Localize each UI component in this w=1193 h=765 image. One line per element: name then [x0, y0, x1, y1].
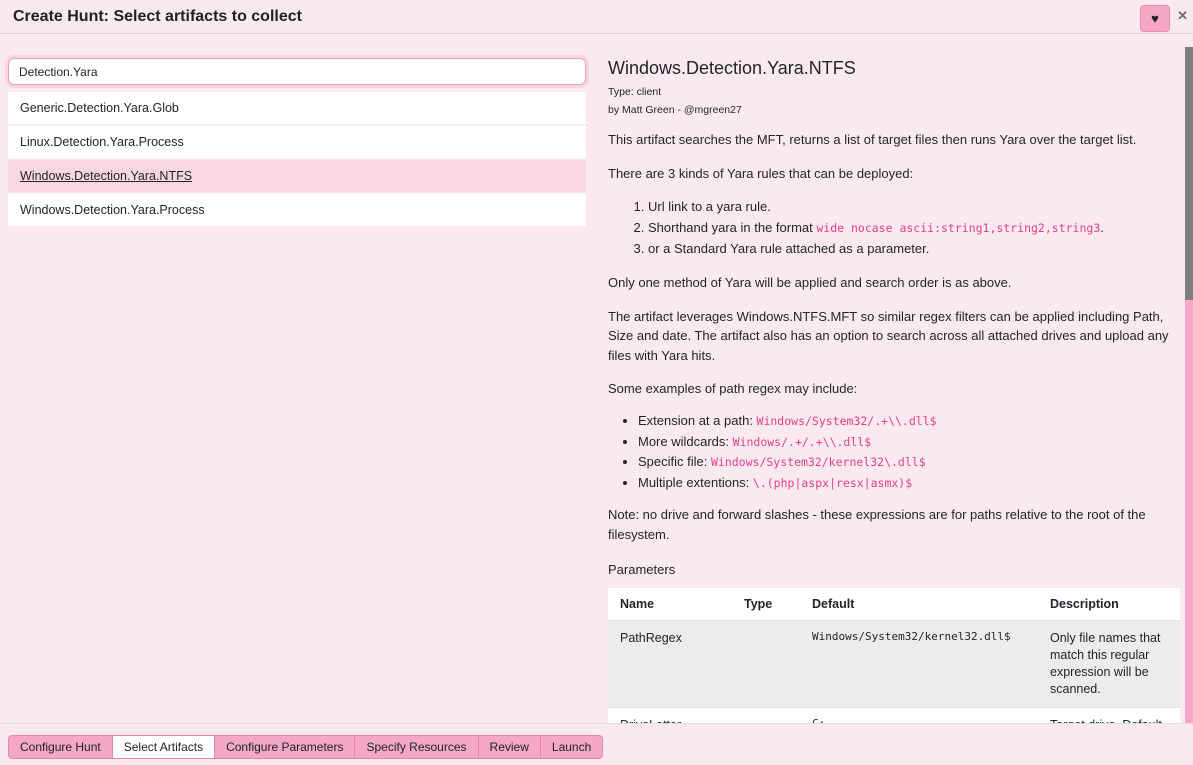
inline-code: Windows/System32/kernel32\.dll$: [711, 455, 926, 469]
parameters-heading: Parameters: [608, 562, 1180, 577]
example-label: Multiple extentions:: [638, 475, 753, 490]
yara-rule-kind-item: or a Standard Yara rule attached as a pa…: [648, 239, 1180, 259]
example-label: Specific file:: [638, 454, 711, 469]
yara-rule-kinds-list: Url link to a yara rule. Shorthand yara …: [608, 197, 1180, 259]
artifact-list-item[interactable]: Linux.Detection.Yara.Process: [8, 126, 586, 158]
artifact-list-item[interactable]: Windows.Detection.Yara.NTFS: [8, 160, 586, 192]
path-regex-example: Extension at a path: Windows/System32/.+…: [638, 413, 1180, 429]
parameters-column-header: Name: [608, 588, 732, 621]
parameter-row: DriveLetter C:Target drive. Default is a …: [608, 707, 1180, 723]
wizard-step-specify-resources[interactable]: Specify Resources: [355, 735, 478, 759]
artifact-list: Generic.Detection.Yara.Glob Linux.Detecti…: [8, 92, 586, 226]
example-label: More wildcards:: [638, 434, 733, 449]
parameter-description-cell: Only file names that match this regular …: [1038, 621, 1180, 708]
modal-title: Create Hunt: Select artifacts to collect: [13, 8, 302, 26]
parameter-type-cell: [732, 707, 800, 723]
modal-body: Generic.Detection.Yara.Glob Linux.Detecti…: [0, 35, 1193, 723]
inline-code: Windows/System32/.+\\.dll$: [757, 414, 937, 428]
list-item-text: .: [1100, 220, 1104, 235]
scrollbar-track: [1185, 300, 1193, 757]
artifact-list-item-label: Windows.Detection.Yara.Process: [20, 203, 205, 217]
wizard-step-buttons: Configure HuntSelect ArtifactsConfigure …: [8, 735, 603, 759]
yara-rule-kind-item: Shorthand yara in the format wide nocase…: [648, 218, 1180, 238]
path-regex-examples-list: Extension at a path: Windows/System32/.+…: [608, 413, 1180, 492]
parameter-default-cell: C:: [800, 707, 1038, 723]
scrollbar-thumb[interactable]: [1185, 47, 1193, 300]
artifact-list-item[interactable]: Generic.Detection.Yara.Glob: [8, 92, 586, 124]
heart-icon: ♥: [1151, 12, 1159, 25]
parameter-name-cell: DriveLetter: [608, 707, 732, 723]
artifact-description-intro: This artifact searches the MFT, returns …: [608, 130, 1180, 150]
path-regex-intro: Some examples of path regex may include:: [608, 379, 1180, 399]
modal-header: Create Hunt: Select artifacts to collect…: [0, 0, 1193, 34]
parameters-column-header: Description: [1038, 588, 1180, 621]
artifact-detail-panel: Windows.Detection.Yara.NTFS Type: client…: [608, 58, 1180, 723]
parameters-column-header: Default: [800, 588, 1038, 621]
parameter-row: PathRegex Windows/System32/kernel32.dll$O…: [608, 621, 1180, 708]
parameter-type-cell: [732, 621, 800, 708]
list-item-text: Shorthand yara in the format: [648, 220, 816, 235]
modal-scrollbar: [1185, 47, 1193, 757]
close-icon[interactable]: ✕: [1177, 9, 1188, 22]
path-regex-example: More wildcards: Windows/.+/.+\\.dll$: [638, 434, 1180, 450]
example-label: Extension at a path:: [638, 413, 757, 428]
wizard-step-configure-parameters[interactable]: Configure Parameters: [215, 735, 355, 759]
path-regex-example: Specific file: Windows/System32/kernel32…: [638, 454, 1180, 470]
artifact-list-item-label: Linux.Detection.Yara.Process: [20, 135, 184, 149]
yara-kinds-intro: There are 3 kinds of Yara rules that can…: [608, 164, 1180, 184]
yara-order-note: Only one method of Yara will be applied …: [608, 273, 1180, 293]
parameters-column-header: Type: [732, 588, 800, 621]
wizard-step-review[interactable]: Review: [479, 735, 541, 759]
list-item-text: or a Standard Yara rule attached as a pa…: [648, 241, 929, 256]
create-hunt-modal: Create Hunt: Select artifacts to collect…: [0, 0, 1193, 765]
artifact-leverages-paragraph: The artifact leverages Windows.NTFS.MFT …: [608, 307, 1180, 366]
wizard-footer: Configure HuntSelect ArtifactsConfigure …: [0, 723, 1193, 765]
path-regex-example: Multiple extentions: \.(php|aspx|resx|as…: [638, 475, 1180, 491]
inline-code: Windows/.+/.+\\.dll$: [733, 435, 871, 449]
parameters-table: NameTypeDefaultDescription PathRegex Wind…: [608, 588, 1180, 723]
artifact-list-item-label: Generic.Detection.Yara.Glob: [20, 101, 179, 115]
artifact-list-item-label: Windows.Detection.Yara.NTFS: [20, 169, 192, 183]
parameter-description-cell: Target drive. Default is a C:: [1038, 707, 1180, 723]
parameter-default-cell: Windows/System32/kernel32.dll$: [800, 621, 1038, 708]
filesystem-note: Note: no drive and forward slashes - the…: [608, 505, 1180, 544]
parameter-name-cell: PathRegex: [608, 621, 732, 708]
wizard-step-configure-hunt[interactable]: Configure Hunt: [8, 735, 113, 759]
wizard-step-launch[interactable]: Launch: [541, 735, 603, 759]
artifact-author: by Matt Green - @mgreen27: [608, 104, 1180, 116]
list-item-text: Url link to a yara rule.: [648, 199, 771, 214]
yara-rule-kind-item: Url link to a yara rule.: [648, 197, 1180, 217]
inline-code: \.(php|aspx|resx|asmx)$: [753, 476, 912, 490]
artifact-title: Windows.Detection.Yara.NTFS: [608, 58, 1180, 79]
artifact-type: Type: client: [608, 86, 1180, 98]
wizard-step-select-artifacts[interactable]: Select Artifacts: [113, 735, 215, 759]
favorite-button[interactable]: ♥: [1140, 5, 1170, 32]
artifact-list-item[interactable]: Windows.Detection.Yara.Process: [8, 194, 586, 226]
artifact-search-input[interactable]: [8, 58, 586, 85]
artifact-search-panel: Generic.Detection.Yara.Glob Linux.Detecti…: [8, 58, 586, 723]
inline-code: wide nocase ascii:string1,string2,string…: [816, 221, 1100, 235]
parameters-table-header-row: NameTypeDefaultDescription: [608, 588, 1180, 621]
